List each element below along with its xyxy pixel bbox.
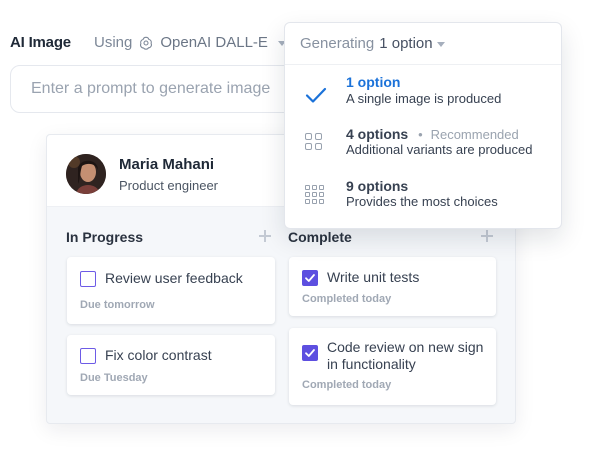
openai-logo-icon [140, 36, 153, 50]
model-name: OpenAI DALL-E [160, 34, 268, 51]
grid-3x3-icon [305, 185, 324, 204]
task-title: Fix color contrast [105, 347, 212, 363]
using-label: Using [94, 34, 133, 51]
option-description: A single image is produced [346, 91, 502, 106]
task-due: Due tomorrow [80, 299, 155, 311]
dropdown-label: Generating [300, 35, 375, 52]
grid-2x2-icon [305, 133, 322, 150]
task-checkbox-checked[interactable] [302, 270, 318, 286]
task-status: Completed today [302, 379, 392, 391]
task-card[interactable]: Code review on new sign in functionality… [289, 328, 496, 405]
task-title: Review user feedback [105, 270, 243, 286]
task-title: Write unit tests [327, 269, 420, 285]
prompt-placeholder: Enter a prompt to generate image [31, 80, 271, 97]
avatar-image [66, 154, 106, 194]
add-task-in-progress-icon[interactable] [259, 230, 271, 242]
user-role: Product engineer [119, 178, 219, 193]
model-selector[interactable]: Using OpenAI DALL-E [94, 34, 286, 51]
task-card[interactable]: Write unit tests Completed today [289, 257, 496, 316]
task-title: Code review on new sign in functionality [327, 339, 484, 372]
chevron-down-icon [436, 42, 445, 47]
check-icon [305, 274, 315, 282]
add-task-complete-icon[interactable] [481, 230, 493, 242]
task-card[interactable]: Fix color contrast Due Tuesday [67, 335, 275, 395]
column-title-in-progress: In Progress [66, 229, 144, 245]
task-due: Due Tuesday [80, 372, 148, 384]
recommended-badge: Recommended [430, 127, 519, 142]
check-icon [305, 87, 327, 103]
option-description: Additional variants are produced [346, 142, 533, 157]
task-checkbox[interactable] [80, 271, 96, 287]
task-card[interactable]: Review user feedback Due tomorrow [67, 257, 275, 324]
prompt-input[interactable]: Enter a prompt to generate image [10, 65, 330, 113]
option-count-dropdown: Generating 1 option 1 option A single im… [284, 22, 562, 229]
user-name: Maria Mahani [119, 156, 215, 173]
option-1[interactable]: 1 option A single image is produced [285, 71, 561, 121]
option-title: 1 option [346, 74, 401, 90]
option-title: 4 options [346, 126, 409, 142]
task-status: Completed today [302, 293, 392, 305]
check-icon [305, 349, 315, 357]
option-title: 9 options [346, 178, 409, 194]
avatar [66, 154, 106, 194]
task-checkbox[interactable] [80, 348, 96, 364]
dropdown-value: 1 option [379, 35, 433, 52]
dropdown-trigger[interactable]: Generating 1 option [285, 23, 561, 65]
option-9[interactable]: 9 options Provides the most choices [285, 175, 561, 225]
app-title: AI Image [10, 34, 71, 51]
option-4[interactable]: 4 options • Recommended Additional varia… [285, 123, 561, 173]
task-checkbox-checked[interactable] [302, 345, 318, 361]
option-description: Provides the most choices [346, 194, 498, 209]
column-title-complete: Complete [288, 229, 352, 245]
